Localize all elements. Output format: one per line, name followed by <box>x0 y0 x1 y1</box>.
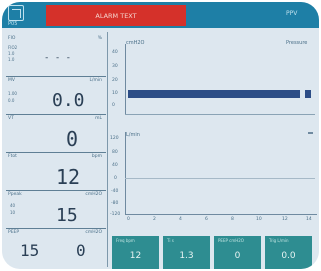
param-label: FIO <box>8 36 16 41</box>
flow-trace-marker <box>308 132 313 134</box>
parameter-column: FIO % FIO2 1.0 1.0 - - - MV L/min 1.00 0… <box>6 35 106 267</box>
tile-value: 0 <box>234 251 241 261</box>
tile-value: 0.0 <box>281 251 296 261</box>
param-label: VT <box>8 116 14 121</box>
y-tick: 30 <box>112 64 118 69</box>
y-tick: -80 <box>111 201 119 206</box>
x-tick: 12 <box>282 217 288 222</box>
y-tick: 40 <box>112 50 118 55</box>
monitor-screen: P05 ALARM TEXT PPV FIO % FIO2 1.0 1.0 - … <box>2 2 319 269</box>
y-tick: 40 <box>112 163 118 168</box>
y-tick: 0 <box>112 103 115 108</box>
x-tick: 8 <box>231 217 234 222</box>
ppeak-value: 15 <box>56 205 78 226</box>
x-tick: 10 <box>256 217 262 222</box>
tile-label: Trig L/min <box>269 238 289 243</box>
y-tick: 20 <box>112 78 118 83</box>
pressure-trace-label: Pressure <box>286 40 308 46</box>
minute-volume-panel[interactable]: MV L/min 1.00 0.0 0.0 <box>6 77 106 115</box>
x-axis <box>125 214 317 215</box>
tidal-volume-panel[interactable]: VT mL 0 <box>6 115 106 153</box>
peep-panel[interactable]: PEEP cmH2O 15 0 <box>6 229 106 267</box>
left-code: P05 <box>8 21 18 27</box>
tile-label: Ti s <box>167 238 174 243</box>
x-tick: 6 <box>205 217 208 222</box>
y-tick: 80 <box>112 150 118 155</box>
param-sub: 1.0 <box>8 57 15 62</box>
peep-value: 15 <box>20 241 40 260</box>
param-sub: 10 <box>10 210 16 215</box>
alarm-text: ALARM TEXT <box>95 11 137 20</box>
frequency-panel[interactable]: Ftot bpm 12 <box>6 153 106 191</box>
y-tick: 10 <box>112 91 118 96</box>
flow-baseline <box>125 178 315 179</box>
peak-pressure-panel[interactable]: Ppeak cmH2O 40 10 15 <box>6 191 106 229</box>
pressure-baseline <box>125 114 315 115</box>
y-tick: 120 <box>110 136 119 141</box>
param-sub: FIO2 <box>8 45 18 50</box>
pressure-axis <box>125 44 126 114</box>
pressure-trace-end <box>305 90 311 98</box>
header-bar: P05 ALARM TEXT PPV <box>2 2 319 28</box>
y-tick: 0 <box>114 176 117 181</box>
param-sub: 0.0 <box>8 98 15 103</box>
x-tick: 14 <box>306 217 312 222</box>
alarm-banner[interactable]: ALARM TEXT <box>46 5 186 26</box>
inspiratory-time-tile[interactable]: Ti s 1.3 <box>163 236 210 269</box>
pressure-trace <box>128 90 300 98</box>
flow-axis-label: L/min <box>126 132 140 138</box>
pressure-axis-label: cmH2O <box>126 40 145 46</box>
waveform-panel: cmH2O Pressure 40 30 20 10 0 L/min 120 8… <box>110 40 319 227</box>
vt-value: 0 <box>66 127 79 151</box>
tile-value: 12 <box>129 251 142 261</box>
param-unit: mL <box>95 116 102 121</box>
param-unit: cmH2O <box>85 230 102 235</box>
peep-value-2: 0 <box>76 241 86 260</box>
flow-axis <box>125 132 126 214</box>
param-label: Ppeak <box>8 192 22 197</box>
mode-icon[interactable] <box>8 5 24 21</box>
y-tick: -120 <box>110 212 121 217</box>
param-label: MV <box>8 78 15 83</box>
param-unit: bpm <box>91 154 102 159</box>
param-sub: 40 <box>10 203 16 208</box>
param-sub: 1.00 <box>8 91 17 96</box>
param-label: PEEP <box>8 230 20 235</box>
x-tick: 2 <box>153 217 156 222</box>
param-unit: % <box>97 36 102 41</box>
tile-label: PEEP cmH2O <box>218 238 244 243</box>
fio2-panel[interactable]: FIO % FIO2 1.0 1.0 - - - <box>6 35 106 77</box>
fio2-value: - - - <box>44 53 72 63</box>
param-unit: L/min <box>89 78 102 83</box>
param-unit: cmH2O <box>85 192 102 197</box>
settings-bar: Freq bpm 12 Ti s 1.3 PEEP cmH2O 0 Trig L… <box>112 236 319 269</box>
y-tick: -40 <box>111 189 119 194</box>
trigger-setting-tile[interactable]: Trig L/min 0.0 <box>265 236 312 269</box>
peep-setting-tile[interactable]: PEEP cmH2O 0 <box>214 236 261 269</box>
tile-label: Freq bpm <box>116 238 135 243</box>
ftot-value: 12 <box>56 165 81 189</box>
param-sub: 1.0 <box>8 51 15 56</box>
ventilation-mode: PPV <box>286 10 298 17</box>
x-tick: 4 <box>179 217 182 222</box>
param-label: Ftot <box>8 154 17 159</box>
frequency-setting-tile[interactable]: Freq bpm 12 <box>112 236 159 269</box>
tile-value: 1.3 <box>179 251 194 261</box>
column-divider <box>107 32 108 267</box>
mv-value: 0.0 <box>52 90 85 111</box>
x-tick: 0 <box>127 217 130 222</box>
